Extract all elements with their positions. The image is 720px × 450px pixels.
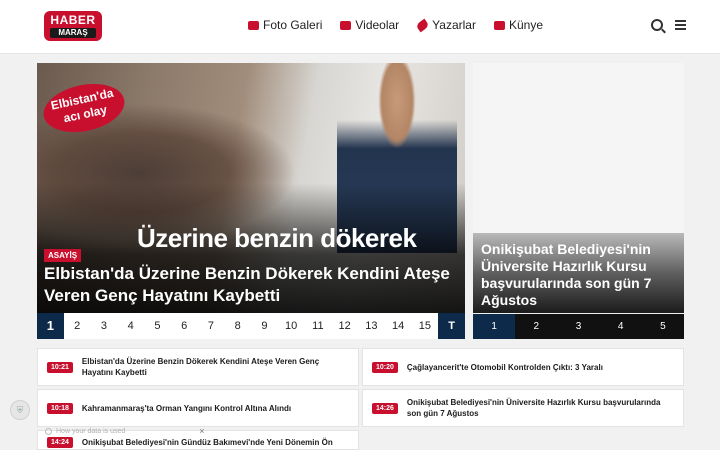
pager-page[interactable]: 1 — [37, 313, 64, 339]
news-title[interactable]: Elbistan'da Üzerine Benzin Dökerek Kendi… — [82, 356, 358, 378]
site-header: HABER MARAŞ Foto Galeri Videolar Yazarla… — [0, 0, 720, 54]
side-pager-page[interactable]: 3 — [557, 314, 599, 339]
side-headline[interactable]: Onikişubat Belediyesi'nin Üniversite Haz… — [481, 241, 677, 309]
main-nav: Foto Galeri Videolar Yazarlar Künye — [248, 18, 543, 32]
headline-pager: 1 2 3 4 5 6 7 8 9 10 11 12 13 14 15 T — [37, 313, 465, 339]
pager-page[interactable]: 3 — [91, 313, 118, 339]
header-actions — [651, 19, 686, 31]
pager-page[interactable]: 11 — [305, 313, 332, 339]
nav-label: Yazarlar — [432, 18, 476, 32]
headline-slider[interactable]: Elbistan'da acı olay Üzerine benzin döke… — [37, 63, 465, 313]
info-icon — [45, 427, 52, 435]
headline-title[interactable]: Elbistan'da Üzerine Benzin Dökerek Kendi… — [44, 263, 462, 307]
side-pager-page[interactable]: 2 — [515, 314, 557, 339]
camera-icon — [248, 20, 259, 30]
logo-bottom-text: MARAŞ — [50, 28, 96, 38]
pager-page[interactable]: 10 — [278, 313, 305, 339]
pager-all-button[interactable]: T — [438, 313, 465, 339]
news-item[interactable]: 10:21 Elbistan'da Üzerine Benzin Dökerek… — [37, 348, 359, 386]
news-time-badge: 10:18 — [47, 402, 73, 414]
close-icon[interactable]: × — [199, 426, 204, 436]
news-title[interactable]: Onikişubat Belediyesi'nin Üniversite Haz… — [407, 397, 683, 419]
nav-kunye[interactable]: Künye — [493, 18, 543, 32]
news-title[interactable]: Çağlayancerit'te Otomobil Kontrolden Çık… — [407, 362, 611, 373]
news-item[interactable]: 10:20 Çağlayancerit'te Otomobil Kontrold… — [362, 348, 684, 386]
pager-page[interactable]: 14 — [385, 313, 412, 339]
feather-icon — [415, 18, 430, 32]
pager-page[interactable]: 4 — [117, 313, 144, 339]
news-time-badge: 14:26 — [372, 402, 398, 414]
search-icon[interactable] — [651, 19, 663, 31]
news-time-badge: 10:20 — [372, 361, 398, 373]
nav-label: Videolar — [355, 18, 400, 32]
cookie-shield-icon[interactable]: ⛨ — [10, 400, 30, 420]
side-pager: 1 2 3 4 5 — [473, 314, 684, 339]
nav-label: Künye — [508, 18, 543, 32]
news-time-badge: 14:24 — [47, 437, 73, 448]
pager-page[interactable]: 13 — [358, 313, 385, 339]
pager-page[interactable]: 8 — [224, 313, 251, 339]
menu-icon[interactable] — [675, 20, 686, 30]
logo-top-text: HABER — [50, 13, 96, 27]
privacy-notice: How your data is used × — [45, 426, 205, 436]
pager-page[interactable]: 15 — [412, 313, 439, 339]
pager-page[interactable]: 2 — [64, 313, 91, 339]
nav-label: Foto Galeri — [263, 18, 323, 32]
privacy-text[interactable]: How your data is used — [56, 428, 125, 435]
pager-page[interactable]: 5 — [144, 313, 171, 339]
pager-page[interactable]: 9 — [251, 313, 278, 339]
pager-page[interactable]: 6 — [171, 313, 198, 339]
side-slider[interactable]: Onikişubat Belediyesi'nin Üniversite Haz… — [473, 63, 684, 313]
photo-overlay-text: Üzerine benzin dökerek — [137, 223, 417, 253]
news-item[interactable]: 10:18 Kahramanmaraş'ta Orman Yangını Kon… — [37, 389, 359, 427]
nav-videolar[interactable]: Videolar — [340, 18, 399, 32]
id-card-icon — [493, 20, 505, 30]
news-item[interactable]: 14:26 Onikişubat Belediyesi'nin Üniversi… — [362, 389, 684, 427]
site-logo[interactable]: HABER MARAŞ — [44, 11, 102, 41]
pager-page[interactable]: 7 — [198, 313, 225, 339]
side-pager-page[interactable]: 1 — [473, 314, 516, 339]
pager-page[interactable]: 12 — [331, 313, 358, 339]
nav-foto-galeri[interactable]: Foto Galeri — [248, 18, 322, 32]
nav-yazarlar[interactable]: Yazarlar — [415, 18, 476, 32]
news-title[interactable]: Kahramanmaraş'ta Orman Yangını Kontrol A… — [82, 403, 299, 414]
category-badge[interactable]: ASAYİŞ — [44, 249, 82, 262]
news-title[interactable]: Onikişubat Belediyesi'nin Gündüz Bakımev… — [82, 437, 341, 448]
side-pager-page[interactable]: 5 — [642, 314, 684, 339]
video-icon — [340, 20, 352, 30]
news-time-badge: 10:21 — [47, 361, 73, 373]
side-pager-page[interactable]: 4 — [600, 314, 642, 339]
